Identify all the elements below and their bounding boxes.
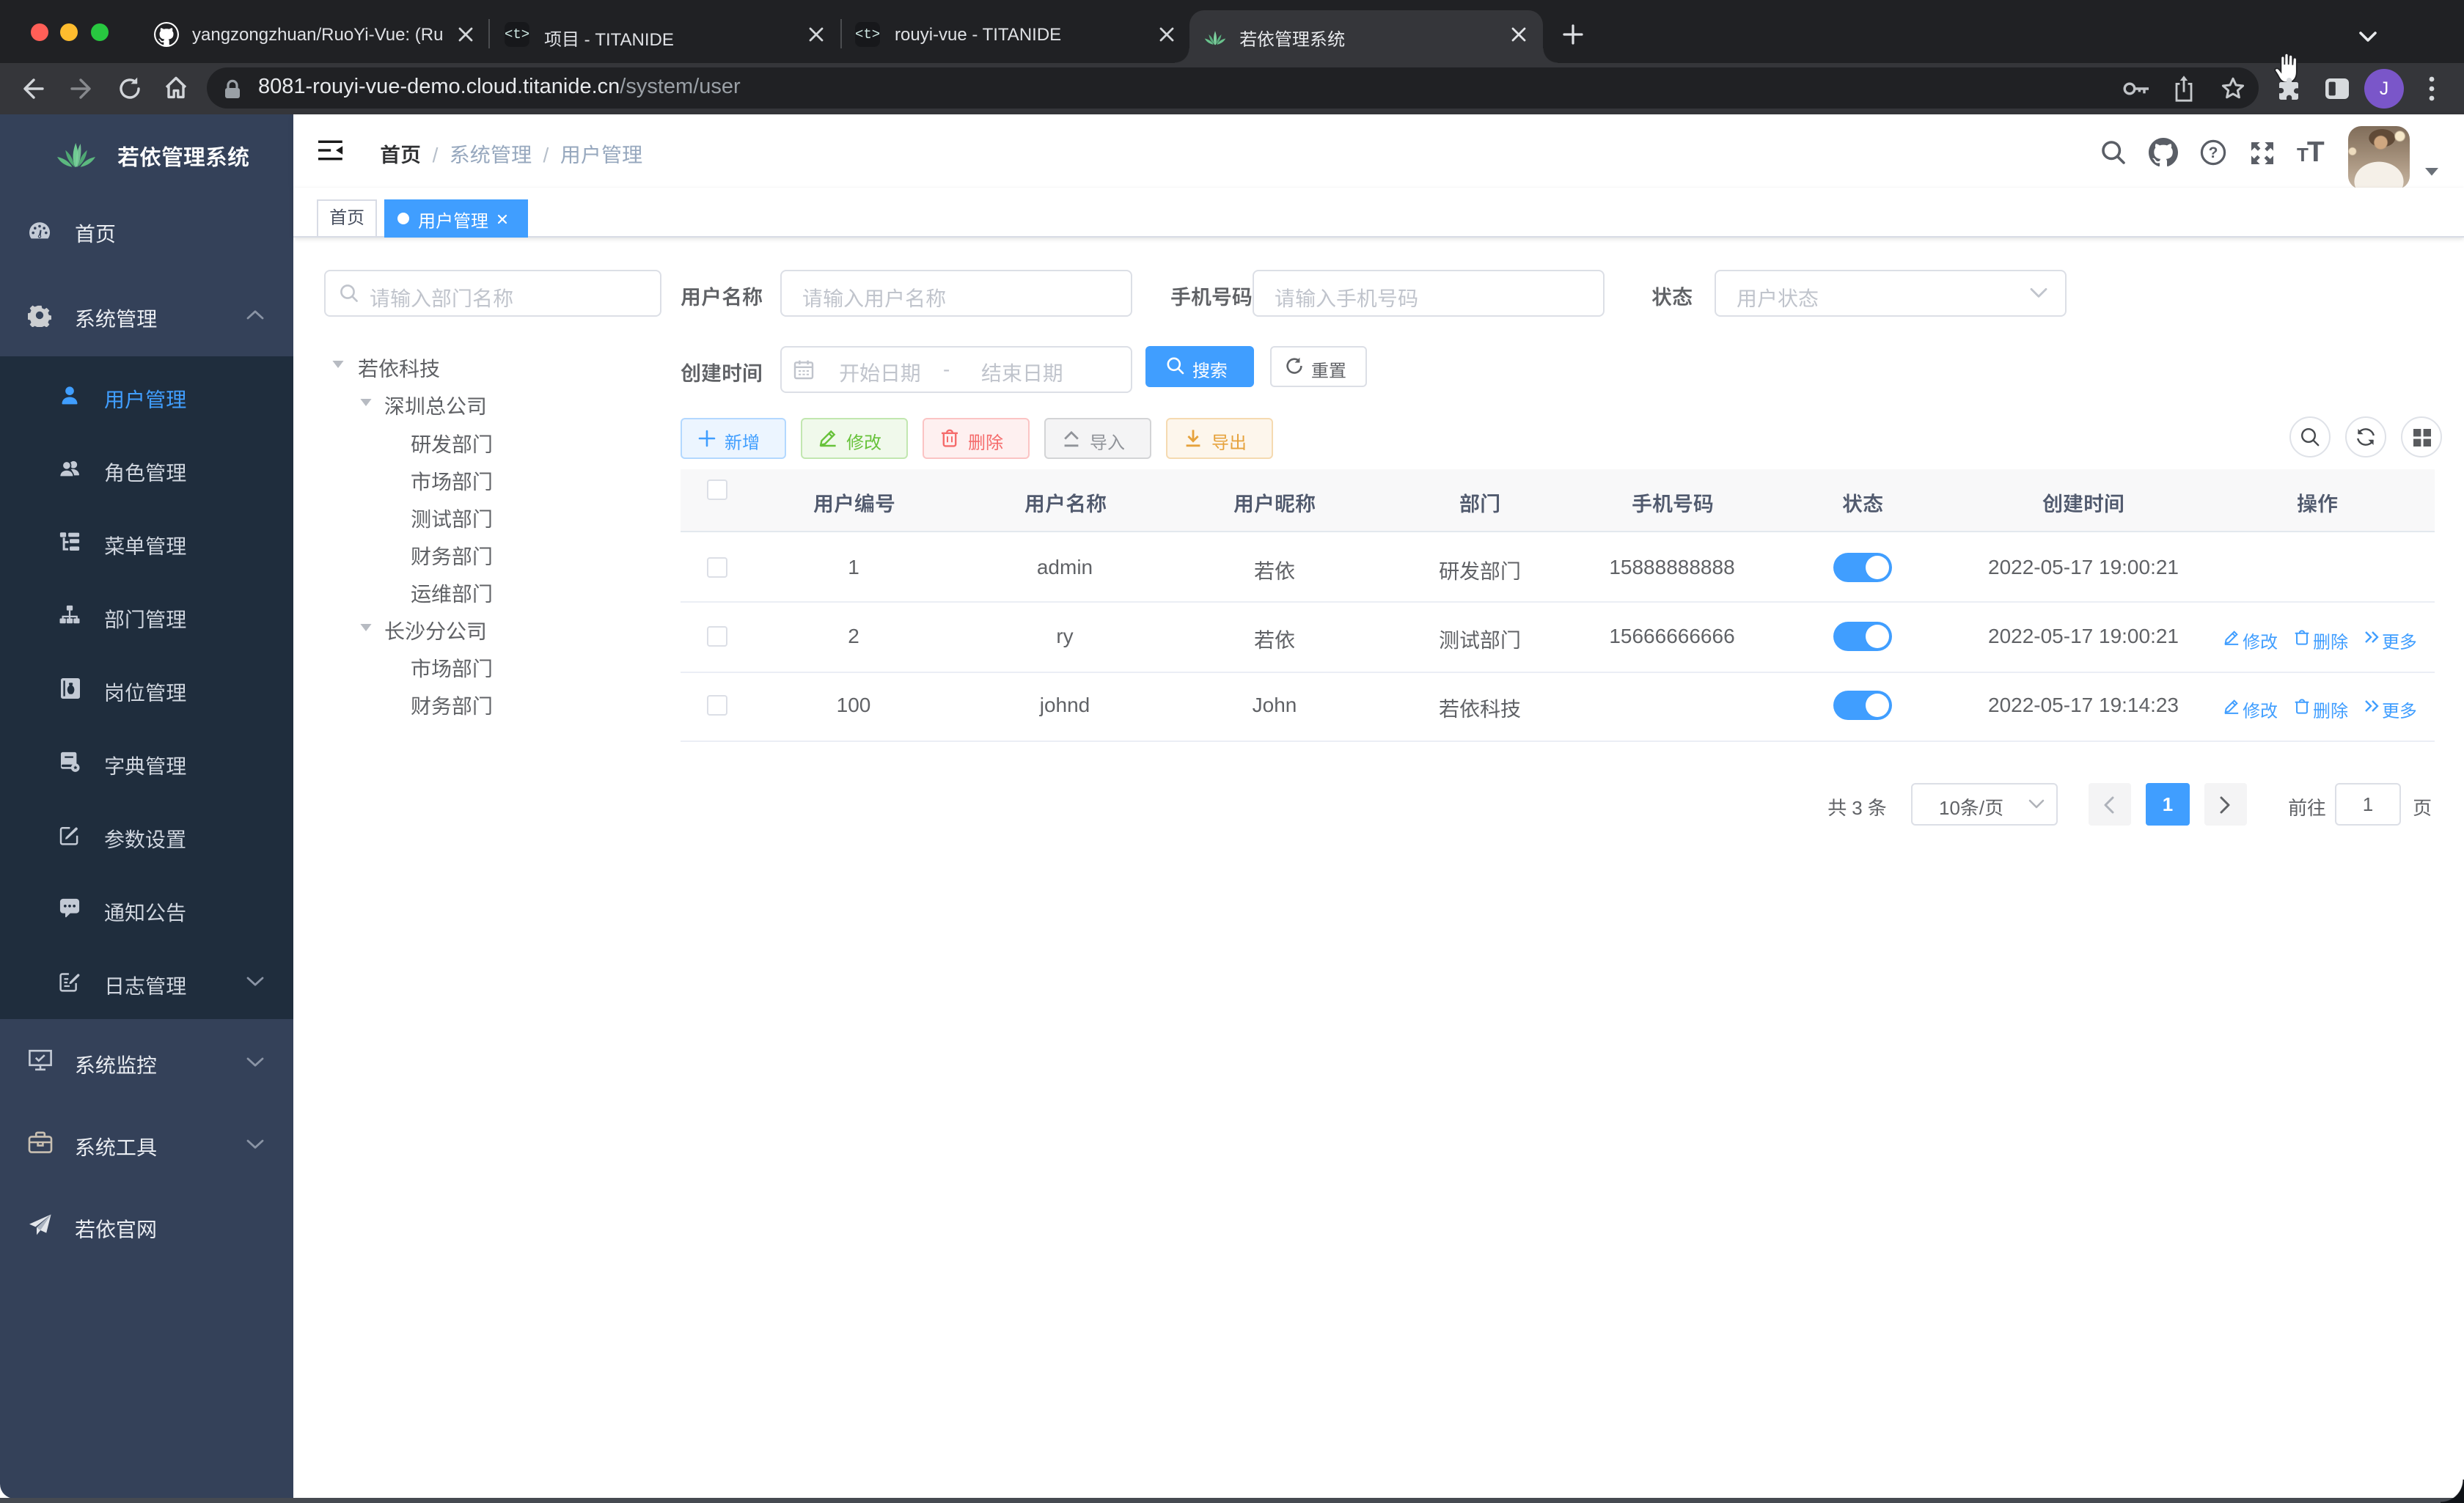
svg-text:?: ? [2209, 144, 2218, 161]
